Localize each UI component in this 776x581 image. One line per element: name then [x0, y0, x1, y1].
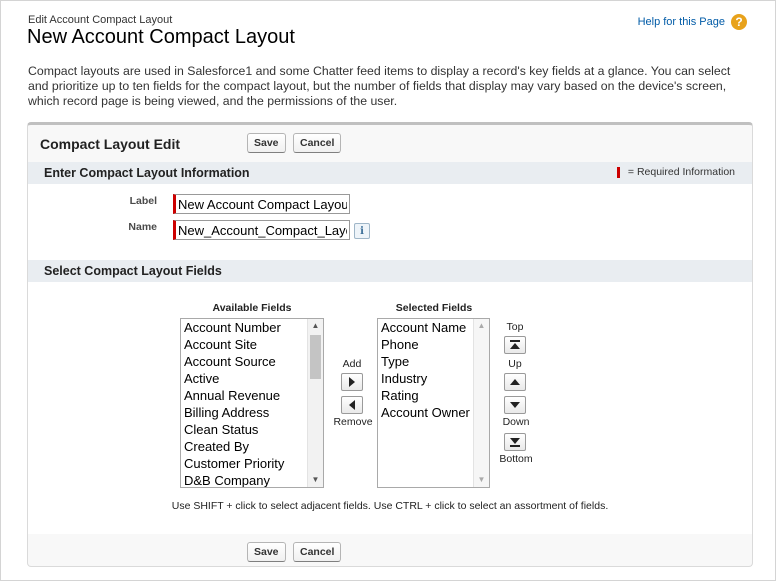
- fields-section-title: Select Compact Layout Fields: [44, 264, 222, 278]
- panel-title: Compact Layout Edit: [40, 136, 181, 152]
- remove-button[interactable]: [341, 396, 363, 414]
- move-top-icon: [510, 340, 520, 349]
- name-input[interactable]: [173, 220, 350, 240]
- scroll-up-arrow[interactable]: ▲: [308, 319, 323, 333]
- fields-section-body: Available Fields Selected Fields Account…: [28, 282, 752, 534]
- page-title: New Account Compact Layout: [27, 26, 295, 48]
- cancel-button-top[interactable]: Cancel: [293, 133, 342, 153]
- compact-layout-edit-panel: Compact Layout Edit Save Cancel Enter Co…: [27, 122, 753, 567]
- scroll-thumb[interactable]: [310, 335, 321, 379]
- label-field-label: Label: [129, 195, 157, 207]
- cancel-button-bottom[interactable]: Cancel: [293, 542, 342, 562]
- breadcrumb: Edit Account Compact Layout: [28, 14, 173, 26]
- scroll-down-arrow[interactable]: ▼: [308, 473, 323, 487]
- info-section-title: Enter Compact Layout Information: [44, 166, 250, 180]
- save-button-top[interactable]: Save: [247, 133, 286, 153]
- available-fields-list[interactable]: Account Number Account Site Account Source…: [180, 318, 324, 488]
- available-options: Account Number Account Site Account Source…: [181, 319, 323, 487]
- list-item[interactable]: D&B Company: [181, 472, 323, 487]
- top-label: Top: [506, 321, 524, 333]
- help-link-group[interactable]: Help for this Page ?: [638, 14, 747, 30]
- list-item[interactable]: Created By: [181, 438, 323, 455]
- bottom-label: Bottom: [499, 453, 533, 465]
- remove-label: Remove: [333, 416, 373, 428]
- info-section-header: Enter Compact Layout Information = Requi…: [28, 162, 752, 184]
- panel-header: Compact Layout Edit Save Cancel: [28, 125, 752, 161]
- list-item[interactable]: Account Site: [181, 336, 323, 353]
- move-up-button[interactable]: [504, 373, 526, 391]
- name-field-label: Name: [128, 221, 157, 233]
- move-bottom-icon: [510, 438, 520, 447]
- scroll-up-arrow[interactable]: ▲: [474, 319, 489, 333]
- save-button-bottom[interactable]: Save: [247, 542, 286, 562]
- move-down-button[interactable]: [504, 396, 526, 414]
- move-bottom-button[interactable]: [504, 433, 526, 451]
- question-icon[interactable]: ?: [731, 14, 747, 30]
- selected-fields-header: Selected Fields: [395, 302, 473, 314]
- list-item[interactable]: Annual Revenue: [181, 387, 323, 404]
- fields-section-header: Select Compact Layout Fields: [28, 260, 752, 282]
- list-item[interactable]: Account Source: [181, 353, 323, 370]
- list-item[interactable]: Customer Priority: [181, 455, 323, 472]
- info-icon[interactable]: i: [354, 223, 370, 239]
- scroll-down-arrow[interactable]: ▼: [474, 473, 489, 487]
- arrow-left-icon: [349, 400, 355, 410]
- down-label: Down: [502, 416, 530, 428]
- list-item[interactable]: Active: [181, 370, 323, 387]
- list-item[interactable]: Account Number: [181, 319, 323, 336]
- selected-fields-list[interactable]: Account Name Phone Type Industry Rating Accou…: [377, 318, 490, 488]
- move-top-button[interactable]: [504, 336, 526, 354]
- required-marker: [616, 166, 620, 178]
- intro-text: Compact layouts are used in Salesforce1 …: [28, 64, 731, 108]
- arrow-up-icon: [510, 379, 520, 385]
- up-label: Up: [508, 358, 522, 370]
- arrow-right-icon: [349, 377, 355, 387]
- help-link[interactable]: Help for this Page: [638, 16, 725, 28]
- add-label: Add: [342, 358, 362, 370]
- label-input[interactable]: [173, 194, 350, 214]
- selection-hint: Use SHIFT + click to select adjacent fie…: [171, 500, 609, 512]
- add-button[interactable]: [341, 373, 363, 391]
- required-legend-text: = Required Information: [627, 166, 735, 178]
- list-item[interactable]: Billing Address: [181, 404, 323, 421]
- required-legend: = Required Information: [616, 166, 735, 178]
- info-section-body: Label Name i: [28, 184, 752, 260]
- available-fields-header: Available Fields: [212, 302, 292, 314]
- available-scrollbar[interactable]: ▲ ▼: [307, 319, 323, 487]
- list-item[interactable]: Clean Status: [181, 421, 323, 438]
- selected-scrollbar[interactable]: ▲ ▼: [473, 319, 489, 487]
- arrow-down-icon: [510, 402, 520, 408]
